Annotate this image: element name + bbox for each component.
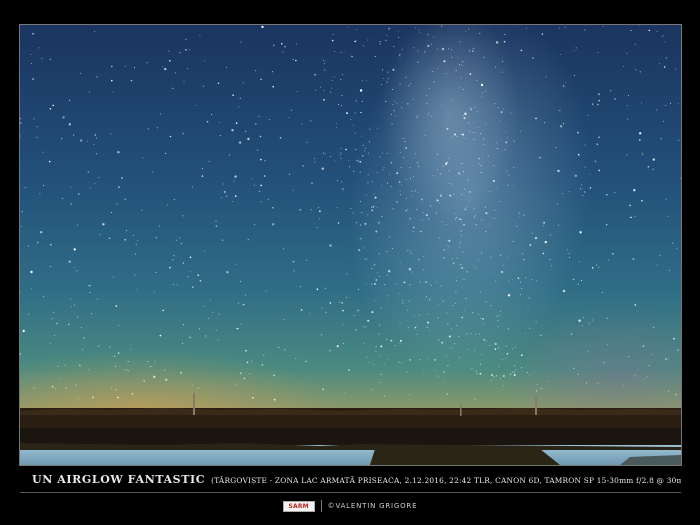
sarm-logo: SARM xyxy=(282,500,315,512)
photo-title: UN AIRGLOW FANTASTIC xyxy=(32,473,206,486)
night-sky-photo xyxy=(19,24,682,466)
photo-exif-details: (TÂRGOVIȘTE - ZONA LAC ARMATĂ PRISEACA, … xyxy=(211,476,681,485)
footer-separator xyxy=(320,500,322,512)
milky-way-landscape-image xyxy=(20,25,681,465)
caption-divider xyxy=(20,492,681,493)
poster-frame: UN AIRGLOW FANTASTIC (TÂRGOVIȘTE - ZONA … xyxy=(0,0,700,525)
credit-footer: SARM ©VALENTIN GRIGORE xyxy=(0,498,700,514)
photographer-credit: ©VALENTIN GRIGORE xyxy=(327,502,418,510)
photo-caption: UN AIRGLOW FANTASTIC (TÂRGOVIȘTE - ZONA … xyxy=(20,473,681,491)
